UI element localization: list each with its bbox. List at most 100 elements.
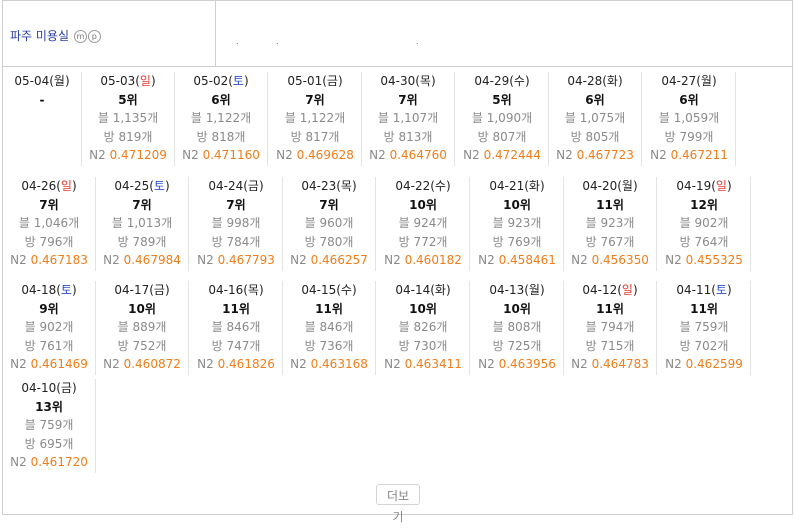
date-text: 04-13 <box>489 283 525 297</box>
keyword-title[interactable]: 파주 미용실 mp <box>10 27 101 44</box>
weekday-text: 금 <box>247 179 259 193</box>
paren: ) <box>726 179 732 193</box>
n2-score: N2 0.464760 <box>362 146 454 165</box>
day-rank-cell: 04-15(수) 11위 블 846개 방 736개 N2 0.463168 <box>283 281 376 375</box>
n2-label: N2 <box>478 357 495 371</box>
n2-score: N2 0.467211 <box>643 146 735 165</box>
weekday-text: 일 <box>621 283 633 297</box>
weekday-text: 화 <box>434 283 446 297</box>
day-rank-cell: 04-11(토) 11위 블 759개 방 702개 N2 0.462599 <box>658 281 751 375</box>
rank-row: 04-10(금) 13위 블 759개 방 695개 N2 0.461720 <box>3 379 794 475</box>
n2-score: N2 0.462599 <box>658 355 750 374</box>
rank-value: 13위 <box>35 399 63 414</box>
n2-score: N2 0.455325 <box>658 251 750 270</box>
date-text: 04-28 <box>567 74 603 88</box>
day-rank-cell: 04-13(월) 10위 블 808개 방 725개 N2 0.463956 <box>471 281 564 375</box>
pc-badge-icon: p <box>87 30 101 43</box>
rank-value: 10위 <box>503 301 531 316</box>
day-rank-cell: 04-24(금) 7위 블 998개 방 784개 N2 0.467793 <box>190 177 283 271</box>
n2-label: N2 <box>369 148 386 162</box>
paren: ) <box>711 74 717 88</box>
blog-count: 블 1,107개 <box>377 111 439 125</box>
cafe-count: 방 799개 <box>664 129 714 144</box>
n2-score: N2 0.467793 <box>190 251 282 270</box>
day-rank-cell: 04-29(수) 5위 블 1,090개 방 807개 N2 0.472444 <box>456 72 549 166</box>
n2-label: N2 <box>571 357 588 371</box>
paren: ) <box>430 74 436 88</box>
weekday-text: 일 <box>715 179 727 193</box>
blog-count: 블 1,122개 <box>284 111 346 125</box>
day-rank-cell: 04-19(일) 12위 블 902개 방 764개 N2 0.455325 <box>658 177 751 271</box>
paren: ) <box>150 74 156 88</box>
day-rank-cell: 05-01(금) 7위 블 1,122개 방 817개 N2 0.469628 <box>269 72 362 166</box>
more-button[interactable]: 더보기 <box>376 484 420 524</box>
keyword-text[interactable]: 파주 미용실 <box>10 29 69 43</box>
day-rank-cell: 04-27(월) 6위 블 1,059개 방 799개 N2 0.467211 <box>643 72 736 166</box>
mobile-badge-icon: m <box>73 30 87 43</box>
cafe-count: 방 780개 <box>304 234 354 249</box>
n2-value: 0.471209 <box>109 148 167 162</box>
day-rank-cell: 04-25(토) 7위 블 1,013개 방 789개 N2 0.467984 <box>96 177 189 271</box>
blog-count: 블 924개 <box>398 216 448 230</box>
day-rank-cell: 04-10(금) 13위 블 759개 방 695개 N2 0.461720 <box>3 379 96 473</box>
weekday-text: 목 <box>340 179 352 193</box>
weekday-text: 수 <box>513 74 525 88</box>
day-rank-cell: 04-18(토) 9위 블 902개 방 761개 N2 0.461469 <box>3 281 96 375</box>
date-label: 04-29(수) <box>456 72 548 91</box>
date-label: 04-16(목) <box>190 281 282 300</box>
cafe-count: 방 784개 <box>211 234 261 249</box>
day-rank-cell: 04-17(금) 10위 블 889개 방 752개 N2 0.460872 <box>96 281 189 375</box>
n2-label: N2 <box>290 357 307 371</box>
date-text: 04-24 <box>208 179 244 193</box>
date-text: 04-25 <box>114 179 150 193</box>
rank-value: 5위 <box>492 92 512 107</box>
n2-label: N2 <box>463 148 480 162</box>
n2-score: N2 0.471160 <box>175 146 267 165</box>
weekday-text: 일 <box>60 179 72 193</box>
cafe-count: 방 772개 <box>398 234 448 249</box>
n2-label: N2 <box>556 148 573 162</box>
date-text: 04-26 <box>21 179 57 193</box>
date-label: 04-18(토) <box>3 281 95 300</box>
rank-value: 6위 <box>679 92 699 107</box>
day-rank-cell: 04-28(화) 6위 블 1,075개 방 805개 N2 0.467723 <box>549 72 642 166</box>
day-rank-cell: 04-30(목) 7위 블 1,107개 방 813개 N2 0.464760 <box>362 72 455 166</box>
cafe-count: 방 805개 <box>570 129 620 144</box>
placeholder-dot: . <box>236 37 239 46</box>
n2-value: 0.464783 <box>591 357 649 371</box>
n2-value: 0.462599 <box>685 357 743 371</box>
date-text: 04-17 <box>114 283 150 297</box>
date-label: 04-30(목) <box>362 72 454 91</box>
cafe-count: 방 767개 <box>585 234 635 249</box>
date-label: 04-28(화) <box>549 72 641 91</box>
n2-label: N2 <box>665 253 682 267</box>
paren: ) <box>71 283 77 297</box>
n2-score: N2 0.472444 <box>456 146 548 165</box>
rank-row: 05-04(월) -05-03(일) 5위 블 1,135개 방 819개 N2 0.47… <box>3 72 794 168</box>
n2-score: N2 0.466257 <box>283 251 375 270</box>
day-rank-cell: 04-14(화) 10위 블 826개 방 730개 N2 0.463411 <box>377 281 470 375</box>
rank-value: 9위 <box>39 301 59 316</box>
n2-score: N2 0.460872 <box>96 355 188 374</box>
blog-count: 블 902개 <box>24 320 74 334</box>
n2-score: N2 0.461469 <box>3 355 95 374</box>
paren: ) <box>351 283 357 297</box>
date-label: 04-23(목) <box>283 177 375 196</box>
cafe-count: 방 715개 <box>585 338 635 353</box>
paren: ) <box>258 283 264 297</box>
paren: ) <box>632 179 638 193</box>
day-rank-cell: 04-12(일) 11위 블 794개 방 715개 N2 0.464783 <box>564 281 657 375</box>
n2-value: 0.467211 <box>670 148 728 162</box>
n2-value: 0.469628 <box>296 148 354 162</box>
blog-count: 블 846개 <box>304 320 354 334</box>
paren: ) <box>71 381 77 395</box>
n2-label: N2 <box>197 253 214 267</box>
n2-label: N2 <box>665 357 682 371</box>
rank-value: 7위 <box>305 92 325 107</box>
n2-value: 0.461469 <box>30 357 88 371</box>
n2-value: 0.458461 <box>498 253 556 267</box>
blog-count: 블 759개 <box>24 418 74 432</box>
date-label: 04-14(화) <box>377 281 469 300</box>
n2-label: N2 <box>89 148 106 162</box>
cafe-count: 방 813개 <box>383 129 433 144</box>
